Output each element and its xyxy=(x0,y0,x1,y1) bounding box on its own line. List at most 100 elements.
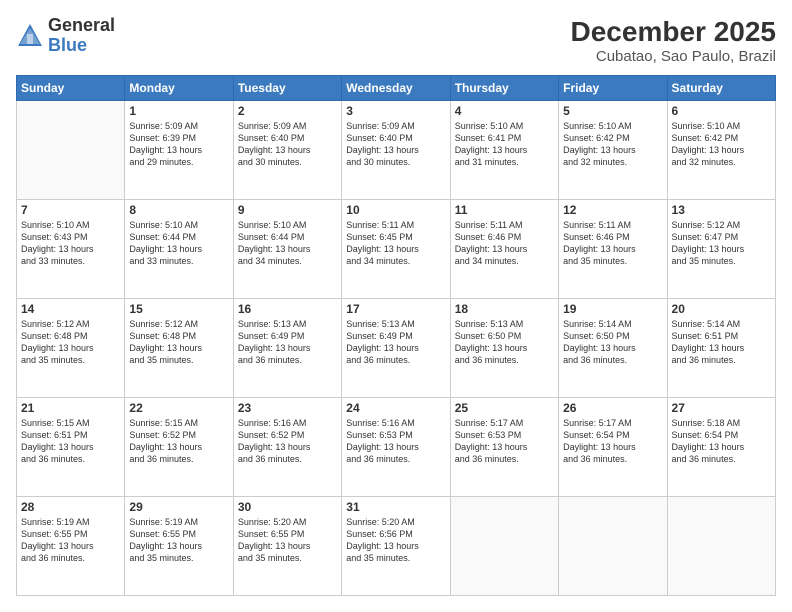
day-info: Sunrise: 5:09 AM Sunset: 6:40 PM Dayligh… xyxy=(238,120,337,169)
day-info: Sunrise: 5:10 AM Sunset: 6:44 PM Dayligh… xyxy=(129,219,228,268)
day-info: Sunrise: 5:11 AM Sunset: 6:46 PM Dayligh… xyxy=(563,219,662,268)
logo-general-text: General xyxy=(48,16,115,36)
day-number: 10 xyxy=(346,203,445,217)
calendar-cell: 12Sunrise: 5:11 AM Sunset: 6:46 PM Dayli… xyxy=(559,200,667,299)
calendar-week-row: 7 Sunrise: 5:10 AM Sunset: 6:43 PM Daylig… xyxy=(17,200,776,299)
calendar-cell: 10 Sunrise: 5:11 AM Sunset: 6:45 PM Dayli… xyxy=(342,200,450,299)
logo-text: General Blue xyxy=(48,16,115,56)
day-number: 23 xyxy=(238,401,337,415)
calendar-cell: 31 Sunrise: 5:20 AM Sunset: 6:56 PM Dayli… xyxy=(342,497,450,596)
calendar-cell: 17 Sunrise: 5:13 AM Sunset: 6:49 PM Dayli… xyxy=(342,299,450,398)
logo: General Blue xyxy=(16,16,115,56)
calendar-cell xyxy=(559,497,667,596)
day-number: 25 xyxy=(455,401,554,415)
day-number: 4 xyxy=(455,104,554,118)
calendar-header-wednesday: Wednesday xyxy=(342,76,450,101)
day-info: Sunrise: 5:18 AM Sunset: 6:54 PM Dayligh… xyxy=(672,417,771,466)
day-info: Sunrise: 5:12 AM Sunset: 6:47 PM Dayligh… xyxy=(672,219,771,268)
day-info: Sunrise: 5:16 AM Sunset: 6:52 PM Dayligh… xyxy=(238,417,337,466)
day-info: Sunrise: 5:12 AM Sunset: 6:48 PM Dayligh… xyxy=(129,318,228,367)
calendar-cell: 1Sunrise: 5:09 AM Sunset: 6:39 PM Daylig… xyxy=(125,101,233,200)
calendar-cell: 30Sunrise: 5:20 AM Sunset: 6:55 PM Dayli… xyxy=(233,497,341,596)
day-info: Sunrise: 5:13 AM Sunset: 6:49 PM Dayligh… xyxy=(238,318,337,367)
day-number: 22 xyxy=(129,401,228,415)
calendar-cell: 5Sunrise: 5:10 AM Sunset: 6:42 PM Daylig… xyxy=(559,101,667,200)
header: General Blue December 2025 Cubatao, Sao … xyxy=(16,16,776,65)
calendar-week-row: 21 Sunrise: 5:15 AM Sunset: 6:51 PM Dayli… xyxy=(17,398,776,497)
day-number: 20 xyxy=(672,302,771,316)
day-number: 6 xyxy=(672,104,771,118)
calendar-cell: 27 Sunrise: 5:18 AM Sunset: 6:54 PM Dayli… xyxy=(667,398,775,497)
day-number: 11 xyxy=(455,203,554,217)
calendar-cell: 13Sunrise: 5:12 AM Sunset: 6:47 PM Dayli… xyxy=(667,200,775,299)
day-info: Sunrise: 5:12 AM Sunset: 6:48 PM Dayligh… xyxy=(21,318,120,367)
calendar-cell: 21 Sunrise: 5:15 AM Sunset: 6:51 PM Dayli… xyxy=(17,398,125,497)
calendar-cell: 22 Sunrise: 5:15 AM Sunset: 6:52 PM Dayli… xyxy=(125,398,233,497)
calendar-week-row: 28 Sunrise: 5:19 AM Sunset: 6:55 PM Dayli… xyxy=(17,497,776,596)
calendar-header-friday: Friday xyxy=(559,76,667,101)
day-info: Sunrise: 5:11 AM Sunset: 6:45 PM Dayligh… xyxy=(346,219,445,268)
day-number: 18 xyxy=(455,302,554,316)
day-number: 3 xyxy=(346,104,445,118)
calendar-cell xyxy=(17,101,125,200)
day-number: 16 xyxy=(238,302,337,316)
calendar-cell: 8Sunrise: 5:10 AM Sunset: 6:44 PM Daylig… xyxy=(125,200,233,299)
day-number: 14 xyxy=(21,302,120,316)
subtitle: Cubatao, Sao Paulo, Brazil xyxy=(571,48,776,65)
calendar-cell: 25Sunrise: 5:17 AM Sunset: 6:53 PM Dayli… xyxy=(450,398,558,497)
day-info: Sunrise: 5:10 AM Sunset: 6:43 PM Dayligh… xyxy=(21,219,120,268)
day-info: Sunrise: 5:09 AM Sunset: 6:40 PM Dayligh… xyxy=(346,120,445,169)
calendar-cell: 29Sunrise: 5:19 AM Sunset: 6:55 PM Dayli… xyxy=(125,497,233,596)
day-number: 28 xyxy=(21,500,120,514)
calendar-header-sunday: Sunday xyxy=(17,76,125,101)
day-info: Sunrise: 5:16 AM Sunset: 6:53 PM Dayligh… xyxy=(346,417,445,466)
calendar-cell: 3 Sunrise: 5:09 AM Sunset: 6:40 PM Daylig… xyxy=(342,101,450,200)
day-info: Sunrise: 5:10 AM Sunset: 6:41 PM Dayligh… xyxy=(455,120,554,169)
day-number: 19 xyxy=(563,302,662,316)
calendar-cell: 2 Sunrise: 5:09 AM Sunset: 6:40 PM Daylig… xyxy=(233,101,341,200)
main-title: December 2025 xyxy=(571,16,776,48)
day-number: 26 xyxy=(563,401,662,415)
day-info: Sunrise: 5:14 AM Sunset: 6:50 PM Dayligh… xyxy=(563,318,662,367)
calendar-cell: 15 Sunrise: 5:12 AM Sunset: 6:48 PM Dayli… xyxy=(125,299,233,398)
day-info: Sunrise: 5:11 AM Sunset: 6:46 PM Dayligh… xyxy=(455,219,554,268)
logo-icon xyxy=(16,22,44,50)
day-info: Sunrise: 5:13 AM Sunset: 6:49 PM Dayligh… xyxy=(346,318,445,367)
calendar-cell xyxy=(450,497,558,596)
day-number: 24 xyxy=(346,401,445,415)
calendar-header-monday: Monday xyxy=(125,76,233,101)
calendar-header-tuesday: Tuesday xyxy=(233,76,341,101)
calendar-header-thursday: Thursday xyxy=(450,76,558,101)
day-info: Sunrise: 5:09 AM Sunset: 6:39 PM Dayligh… xyxy=(129,120,228,169)
calendar-week-row: 14 Sunrise: 5:12 AM Sunset: 6:48 PM Dayli… xyxy=(17,299,776,398)
day-info: Sunrise: 5:19 AM Sunset: 6:55 PM Dayligh… xyxy=(21,516,120,565)
calendar-cell: 19 Sunrise: 5:14 AM Sunset: 6:50 PM Dayli… xyxy=(559,299,667,398)
calendar-cell: 7 Sunrise: 5:10 AM Sunset: 6:43 PM Daylig… xyxy=(17,200,125,299)
day-info: Sunrise: 5:15 AM Sunset: 6:52 PM Dayligh… xyxy=(129,417,228,466)
calendar-cell: 20Sunrise: 5:14 AM Sunset: 6:51 PM Dayli… xyxy=(667,299,775,398)
calendar-header-row: SundayMondayTuesdayWednesdayThursdayFrid… xyxy=(17,76,776,101)
day-number: 5 xyxy=(563,104,662,118)
calendar-cell: 18 Sunrise: 5:13 AM Sunset: 6:50 PM Dayli… xyxy=(450,299,558,398)
day-number: 7 xyxy=(21,203,120,217)
day-number: 2 xyxy=(238,104,337,118)
calendar-cell: 24 Sunrise: 5:16 AM Sunset: 6:53 PM Dayli… xyxy=(342,398,450,497)
title-section: December 2025 Cubatao, Sao Paulo, Brazil xyxy=(571,16,776,65)
day-number: 27 xyxy=(672,401,771,415)
day-info: Sunrise: 5:17 AM Sunset: 6:54 PM Dayligh… xyxy=(563,417,662,466)
day-number: 30 xyxy=(238,500,337,514)
day-info: Sunrise: 5:13 AM Sunset: 6:50 PM Dayligh… xyxy=(455,318,554,367)
calendar-cell: 4 Sunrise: 5:10 AM Sunset: 6:41 PM Daylig… xyxy=(450,101,558,200)
day-info: Sunrise: 5:15 AM Sunset: 6:51 PM Dayligh… xyxy=(21,417,120,466)
day-number: 15 xyxy=(129,302,228,316)
day-number: 9 xyxy=(238,203,337,217)
calendar-week-row: 1Sunrise: 5:09 AM Sunset: 6:39 PM Daylig… xyxy=(17,101,776,200)
day-number: 17 xyxy=(346,302,445,316)
day-number: 31 xyxy=(346,500,445,514)
calendar-table: SundayMondayTuesdayWednesdayThursdayFrid… xyxy=(16,75,776,596)
day-info: Sunrise: 5:20 AM Sunset: 6:56 PM Dayligh… xyxy=(346,516,445,565)
calendar-cell: 14 Sunrise: 5:12 AM Sunset: 6:48 PM Dayli… xyxy=(17,299,125,398)
calendar-cell xyxy=(667,497,775,596)
day-number: 29 xyxy=(129,500,228,514)
day-number: 21 xyxy=(21,401,120,415)
